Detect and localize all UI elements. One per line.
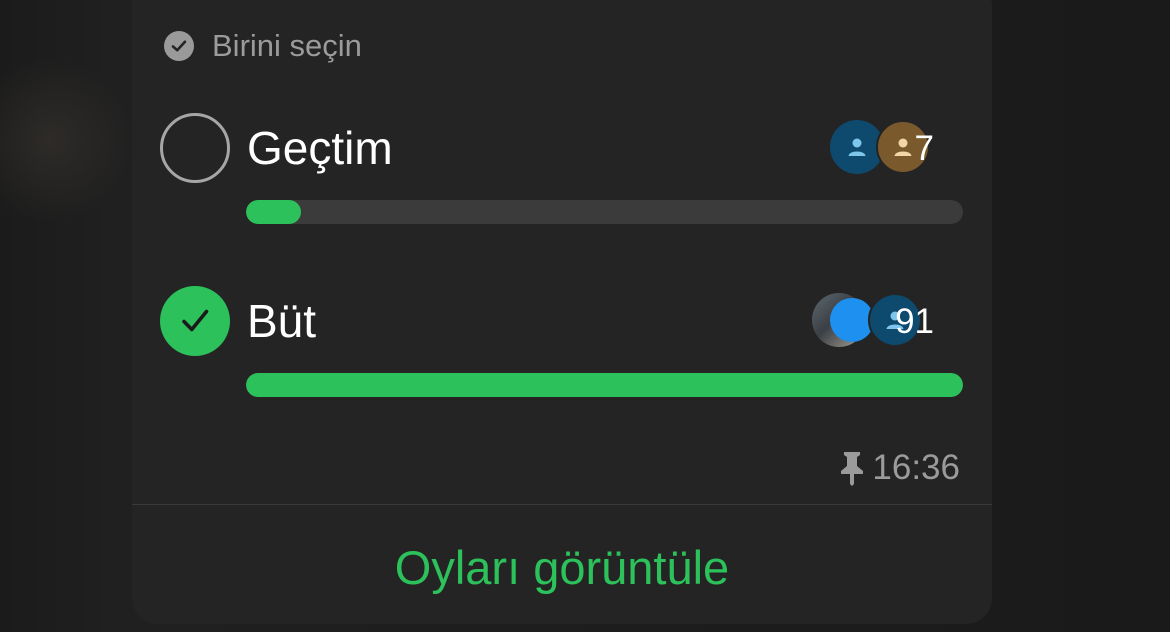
vote-progress-fill bbox=[246, 200, 302, 224]
poll-option-but[interactable]: Büt 91 bbox=[160, 286, 964, 397]
radio-checked-icon[interactable] bbox=[160, 286, 230, 356]
view-votes-button[interactable]: Oyları görüntüle bbox=[132, 540, 992, 595]
message-meta: 16:36 bbox=[838, 448, 960, 488]
vote-progress-fill bbox=[246, 373, 963, 397]
radio-empty-icon[interactable] bbox=[160, 113, 230, 183]
vote-progress-bar bbox=[246, 373, 963, 397]
check-circle-icon bbox=[164, 31, 194, 61]
vote-count: 91 bbox=[895, 302, 934, 341]
poll-card: Birini seçin Geçtim 7 Büt 91 16:36 Oylar… bbox=[132, 0, 992, 624]
poll-option-gectim[interactable]: Geçtim 7 bbox=[160, 113, 964, 224]
poll-mode-header: Birini seçin bbox=[164, 28, 362, 64]
divider bbox=[132, 504, 992, 505]
option-label: Büt bbox=[247, 295, 317, 347]
poll-mode-label: Birini seçin bbox=[212, 28, 362, 63]
option-label: Geçtim bbox=[247, 122, 393, 174]
vote-count: 7 bbox=[914, 129, 934, 168]
pin-icon bbox=[838, 450, 866, 486]
message-time: 16:36 bbox=[872, 448, 960, 487]
vote-progress-bar bbox=[246, 200, 963, 224]
